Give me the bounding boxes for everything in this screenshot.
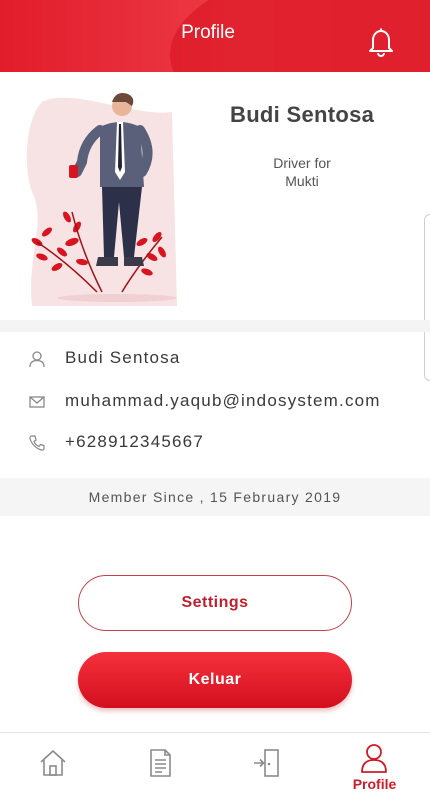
info-row-name: Budi Sentosa: [0, 339, 430, 379]
profile-name: Budi Sentosa: [230, 102, 375, 127]
phone-icon: [29, 435, 45, 451]
profile-role: Driver for Mukti: [273, 155, 331, 189]
info-name: Budi Sentosa: [65, 348, 181, 367]
info-row-phone: +628912345667: [0, 423, 430, 463]
info-row-email: muhammad.yaqub@indosystem.com: [0, 382, 430, 422]
section-divider: [0, 320, 430, 332]
user-icon: [29, 351, 45, 368]
info-phone: +628912345667: [65, 432, 204, 451]
member-since-text: Member Since , 15 February 2019: [88, 489, 342, 505]
info-email: muhammad.yaqub@indosystem.com: [65, 391, 381, 410]
logout-button[interactable]: Keluar: [78, 652, 352, 708]
bottom-tab-bar: Profile: [0, 732, 430, 801]
door-enter-icon: [254, 749, 279, 777]
tab-profile-label: Profile: [352, 776, 397, 792]
user-icon: [361, 744, 387, 773]
home-icon: [40, 750, 66, 776]
member-since-bar: Member Since , 15 February 2019: [0, 478, 430, 516]
app-header: Profile: [0, 0, 430, 72]
profile-illustration: [26, 93, 177, 306]
profile-card: Budi Sentosa Driver for Mukti: [0, 72, 430, 320]
tab-profile[interactable]: Profile: [321, 733, 428, 801]
bell-icon[interactable]: [367, 27, 395, 57]
tab-checkin[interactable]: [214, 733, 321, 801]
settings-button[interactable]: Settings: [78, 575, 352, 631]
tab-home[interactable]: [0, 733, 107, 801]
tab-orders[interactable]: [107, 733, 214, 801]
document-icon: [150, 749, 171, 777]
mail-icon: [29, 396, 45, 408]
page-title: Profile: [181, 22, 235, 43]
